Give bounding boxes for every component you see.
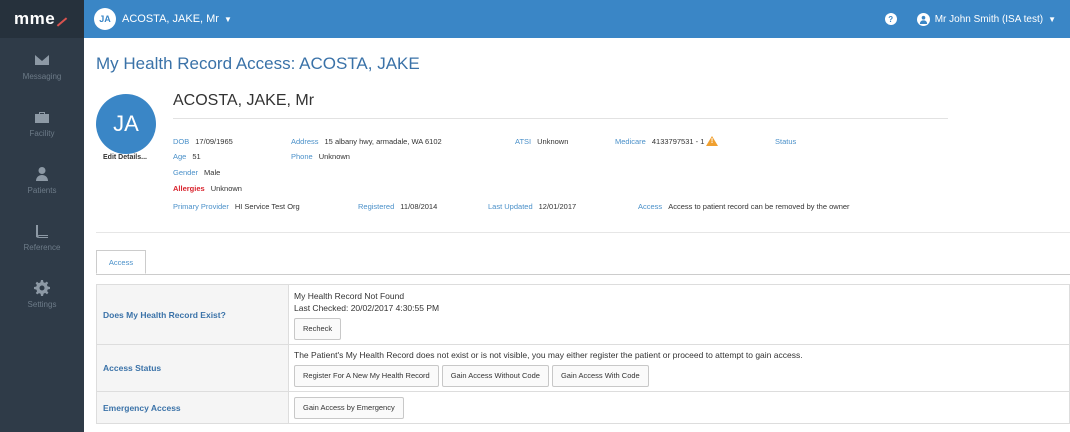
dob-value: 17/09/1965 [195, 137, 233, 146]
patient-badge[interactable]: JA [94, 8, 116, 30]
person-icon [36, 167, 48, 181]
row-body-exists: My Health Record Not Found Last Checked:… [288, 284, 1070, 345]
phone-label: Phone [291, 152, 313, 161]
access-label: Access [638, 202, 663, 211]
sidebar-item-reference[interactable]: Reference [0, 209, 84, 266]
page-title: My Health Record Access: ACOSTA, JAKE [96, 54, 420, 73]
gain-access-without-code-button[interactable]: Gain Access Without Code [441, 365, 549, 387]
recheck-button[interactable]: Recheck [294, 317, 342, 340]
top-bar: JA ACOSTA, JAKE, Mr ▼ ? Mr John Smith (I… [84, 0, 1070, 38]
sidebar-item-label: Reference [23, 243, 61, 252]
medicare-label: Medicare [615, 137, 646, 146]
last-updated-value: 12/01/2017 [538, 202, 577, 211]
table-row: Emergency Access Gain Access by Emergenc… [96, 391, 1070, 424]
logo-mark [56, 17, 68, 27]
info-row-4: Allergies Unknown [173, 184, 242, 193]
row-heading-exists: Does My Health Record Exist? [96, 284, 289, 345]
access-status-message: The Patient's My Health Record does not … [294, 350, 803, 360]
row-heading-access-status: Access Status [96, 344, 289, 392]
registered-value: 11/08/2014 [400, 202, 438, 211]
chevron-down-icon[interactable]: ▼ [1048, 15, 1056, 24]
user-icon[interactable] [916, 12, 930, 26]
register-new-record-button[interactable]: Register For A New My Health Record [294, 365, 439, 387]
sidebar-item-label: Patients [27, 186, 57, 195]
table-row: Access Status The Patient's My Health Re… [96, 344, 1070, 392]
gender-label: Gender [173, 168, 199, 177]
atsi-value: Unknown [537, 137, 569, 146]
sidebar-item-patients[interactable]: Patients [0, 152, 84, 209]
divider [96, 232, 1070, 233]
primary-provider-value: HI Service Test Org [234, 202, 300, 211]
last-checked-text: Last Checked: 20/02/2017 4:30:55 PM [294, 302, 440, 313]
table-row: Does My Health Record Exist? My Health R… [96, 284, 1070, 345]
help-icon[interactable]: ? [884, 13, 897, 25]
sidebar: mme Messaging Facility Patients Referenc… [0, 0, 84, 432]
age-label: Age [173, 152, 187, 161]
sidebar-item-facility[interactable]: Facility [0, 95, 84, 152]
tab-divider [96, 274, 1070, 275]
info-row-1: DOB 17/09/1965 Address 15 albany hwy, armad… [173, 136, 802, 146]
primary-provider-label: Primary Provider [173, 202, 229, 211]
sidebar-item-label: Messaging [22, 72, 62, 81]
atsi-label: ATSI [515, 137, 532, 146]
gear-icon [34, 280, 50, 296]
address-value: 15 albany hwy, armadale, WA 6102 [324, 137, 442, 146]
sidebar-item-label: Settings [27, 300, 57, 309]
gain-access-with-code-button[interactable]: Gain Access With Code [551, 365, 649, 387]
row-heading-emergency: Emergency Access [96, 391, 289, 424]
envelope-icon [35, 55, 49, 65]
divider [173, 118, 948, 119]
main-content: My Health Record Access: ACOSTA, JAKE JA… [84, 38, 1070, 432]
gender-value: Male [204, 168, 221, 177]
allergies-value: Unknown [210, 184, 242, 193]
patient-name: ACOSTA, JAKE, Mr [173, 92, 315, 109]
warning-icon[interactable]: ! [706, 136, 719, 146]
registered-label: Registered [358, 202, 395, 211]
access-table: Does My Health Record Exist? My Health R… [96, 284, 1070, 424]
record-status-text: My Health Record Not Found [294, 290, 405, 301]
info-row-2: Age 51 Phone Unknown [173, 152, 350, 161]
allergies-label: Allergies [173, 184, 205, 193]
book-icon [36, 224, 48, 238]
sidebar-item-messaging[interactable]: Messaging [0, 38, 84, 95]
patient-selector[interactable]: ACOSTA, JAKE, Mr [122, 13, 219, 25]
age-value: 51 [192, 152, 201, 161]
info-row-3: Gender Male [173, 168, 220, 177]
briefcase-icon [35, 112, 49, 123]
medicare-value: 4133797531 - 1 [651, 137, 705, 146]
app-logo[interactable]: mme [0, 0, 84, 38]
phone-value: Unknown [318, 152, 350, 161]
info-row-5: Primary Provider HI Service Test Org Regis… [173, 202, 850, 211]
chevron-down-icon[interactable]: ▼ [224, 15, 232, 24]
sidebar-item-settings[interactable]: Settings [0, 266, 84, 323]
last-updated-label: Last Updated [488, 202, 533, 211]
row-body-emergency: Gain Access by Emergency [288, 391, 1070, 424]
status-label: Status [775, 137, 797, 146]
access-value: Access to patient record can be removed … [668, 202, 850, 211]
avatar: JA [96, 94, 156, 154]
edit-details-link[interactable]: Edit Details... [90, 154, 160, 161]
user-menu[interactable]: Mr John Smith (ISA test) [935, 14, 1043, 25]
gain-access-emergency-button[interactable]: Gain Access by Emergency [294, 396, 404, 419]
dob-label: DOB [173, 137, 190, 146]
row-body-access-status: The Patient's My Health Record does not … [288, 344, 1070, 392]
logo-text: mme [14, 9, 56, 28]
sidebar-item-label: Facility [29, 129, 55, 138]
tab-access[interactable]: Access [96, 250, 146, 274]
address-label: Address [291, 137, 319, 146]
